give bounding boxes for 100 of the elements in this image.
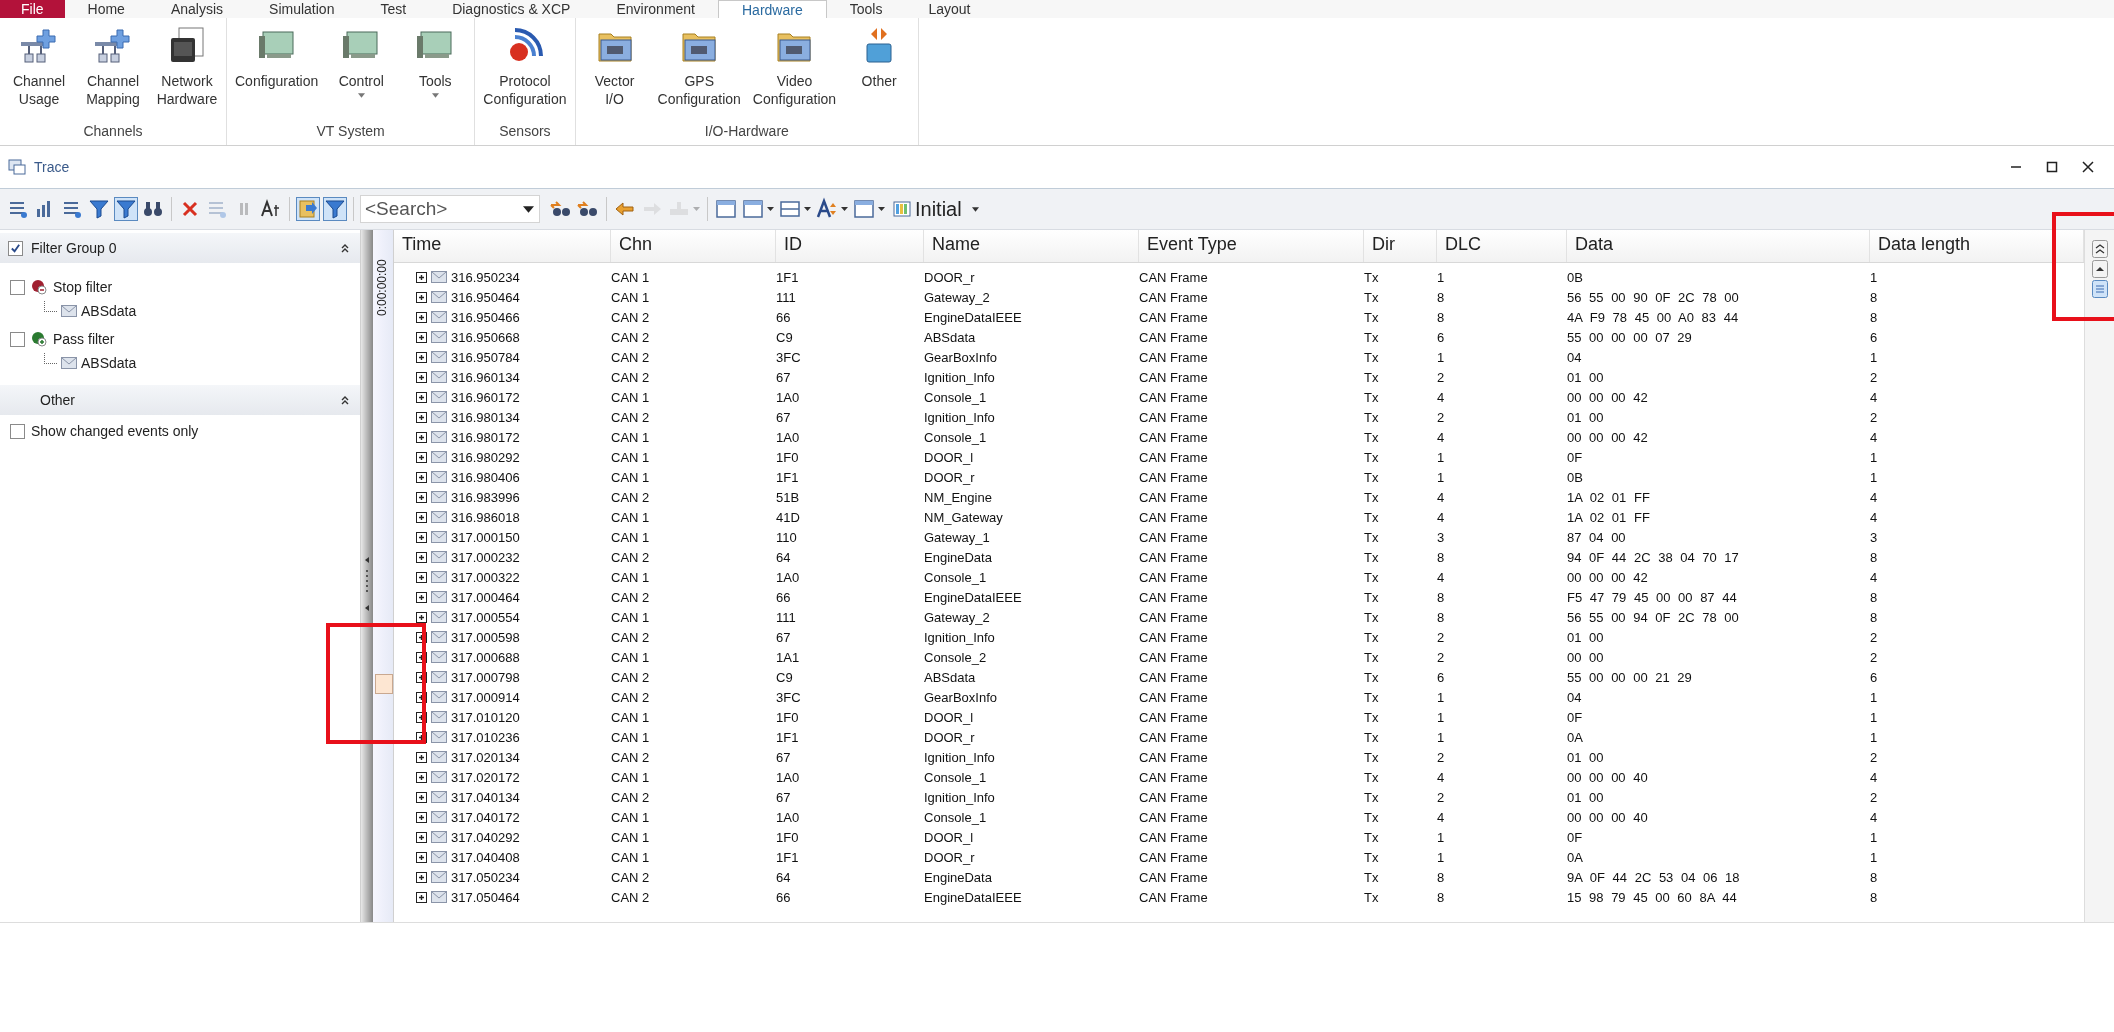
column-header[interactable]: Data: [1567, 230, 1870, 262]
expand-icon[interactable]: [416, 591, 427, 603]
expand-icon[interactable]: [416, 891, 427, 903]
envelope-icon: [431, 851, 447, 863]
ribbon-tab[interactable]: Test: [357, 0, 430, 18]
ribbon-button[interactable]: GPS Configuration: [653, 24, 745, 119]
window-icon[interactable]: [714, 197, 738, 221]
expand-icon[interactable]: [416, 391, 427, 403]
filter-label[interactable]: Stop filter: [53, 279, 113, 295]
ribbon-button[interactable]: Configuration: [231, 24, 323, 119]
expand-icon[interactable]: [416, 571, 427, 583]
ribbon-button[interactable]: Other: [844, 24, 915, 119]
expand-icon[interactable]: [416, 851, 427, 863]
ribbon-tab[interactable]: Home: [64, 0, 148, 18]
scroll-top-icon[interactable]: [2091, 240, 2108, 258]
ribbon-button[interactable]: Protocol Configuration: [479, 24, 571, 119]
table-cell: 04: [1567, 689, 1582, 705]
expand-icon[interactable]: [416, 311, 427, 323]
column-header[interactable]: Event Type: [1139, 230, 1364, 262]
expand-icon[interactable]: [416, 291, 427, 303]
dropdown-arrow-icon[interactable]: [523, 206, 534, 213]
expand-icon[interactable]: [416, 371, 427, 383]
expand-icon[interactable]: [416, 331, 427, 343]
expand-icon[interactable]: [416, 411, 427, 423]
ribbon-tab[interactable]: Environment: [593, 0, 718, 18]
checkbox[interactable]: [10, 331, 25, 347]
filter-item[interactable]: ABSdata: [81, 355, 137, 371]
expand-icon[interactable]: [416, 511, 427, 523]
ribbon-tab[interactable]: File: [0, 0, 65, 18]
table-cell: EngineDataIEEE: [924, 589, 1022, 605]
filter-item[interactable]: ABSdata: [81, 303, 137, 319]
column-header[interactable]: Name: [924, 230, 1139, 262]
layout-selector[interactable]: Initial: [889, 197, 979, 221]
expand-icon[interactable]: [416, 671, 427, 683]
search-field[interactable]: <Search>: [360, 195, 540, 223]
expand-icon[interactable]: [416, 351, 427, 363]
import-icon[interactable]: [296, 197, 320, 221]
expand-icon[interactable]: [416, 471, 427, 483]
option-label[interactable]: Show changed events only: [31, 423, 199, 439]
checkbox[interactable]: [8, 240, 23, 256]
ribbon-button[interactable]: Channel Mapping: [78, 24, 148, 119]
expand-icon[interactable]: [416, 871, 427, 883]
collapse-icon[interactable]: [340, 243, 350, 253]
ribbon-tab[interactable]: Layout: [905, 0, 994, 18]
table-cell: 00 00 00 42: [1567, 389, 1648, 405]
maximize-icon[interactable]: [2045, 160, 2059, 174]
expand-icon[interactable]: [416, 771, 427, 783]
checkbox[interactable]: [10, 423, 25, 439]
expand-icon[interactable]: [416, 651, 427, 663]
table-cell: GearBoxInfo: [924, 349, 997, 365]
scrollbar[interactable]: [2084, 230, 2114, 922]
expand-icon[interactable]: [416, 631, 427, 643]
table-cell: CAN 1: [611, 729, 650, 745]
scroll-thumb-icon[interactable]: [2091, 280, 2108, 298]
column-header[interactable]: ID: [776, 230, 924, 262]
close-icon[interactable]: [2081, 160, 2095, 174]
expand-icon[interactable]: [416, 691, 427, 703]
column-header[interactable]: Dir: [1364, 230, 1437, 262]
ribbon-button[interactable]: Control: [326, 24, 397, 119]
expand-icon[interactable]: [416, 491, 427, 503]
expand-icon[interactable]: [416, 831, 427, 843]
expand-icon[interactable]: [416, 551, 427, 563]
position-marker[interactable]: [375, 674, 393, 694]
ribbon-tab[interactable]: Analysis: [147, 0, 247, 18]
window-icon[interactable]: [852, 197, 886, 221]
ribbon-button[interactable]: Tools: [400, 24, 471, 119]
scroll-up-icon[interactable]: [2091, 260, 2108, 278]
expand-icon[interactable]: [416, 271, 427, 283]
ribbon-tab[interactable]: Simulation: [246, 0, 358, 18]
collapse-icon[interactable]: [340, 395, 350, 405]
column-header[interactable]: Time: [394, 230, 611, 262]
expand-icon[interactable]: [416, 611, 427, 623]
ribbon-tab[interactable]: Hardware: [718, 0, 827, 18]
window-icon[interactable]: [741, 197, 775, 221]
column-header[interactable]: Chn: [611, 230, 776, 262]
table-cell: CAN 1: [611, 809, 650, 825]
funnel-icon[interactable]: [323, 197, 347, 221]
expand-icon[interactable]: [416, 431, 427, 443]
funnel-icon[interactable]: [114, 197, 138, 221]
ribbon-tab[interactable]: Diagnostics & XCP: [429, 0, 594, 18]
ribbon-tab[interactable]: Tools: [826, 0, 906, 18]
funnel-icon[interactable]: [87, 197, 111, 221]
table-cell: 4: [1437, 569, 1445, 585]
ribbon-button[interactable]: Vector I/O: [579, 24, 650, 119]
ribbon-button[interactable]: Video Configuration: [748, 24, 841, 119]
expand-icon[interactable]: [416, 791, 427, 803]
ribbon-button[interactable]: Network Hardware: [152, 24, 222, 119]
expand-icon[interactable]: [416, 711, 427, 723]
column-header[interactable]: DLC: [1437, 230, 1567, 262]
filter-label[interactable]: Pass filter: [53, 331, 115, 347]
expand-icon[interactable]: [416, 531, 427, 543]
expand-icon[interactable]: [416, 451, 427, 463]
expand-icon[interactable]: [416, 731, 427, 743]
ribbon-button[interactable]: Channel Usage: [4, 24, 74, 119]
expand-icon[interactable]: [416, 811, 427, 823]
section-header[interactable]: Other: [0, 385, 360, 415]
checkbox[interactable]: [10, 279, 25, 295]
table-cell: CAN Frame: [1139, 689, 1208, 705]
expand-icon[interactable]: [416, 751, 427, 763]
section-header[interactable]: Filter Group 0: [0, 233, 360, 263]
